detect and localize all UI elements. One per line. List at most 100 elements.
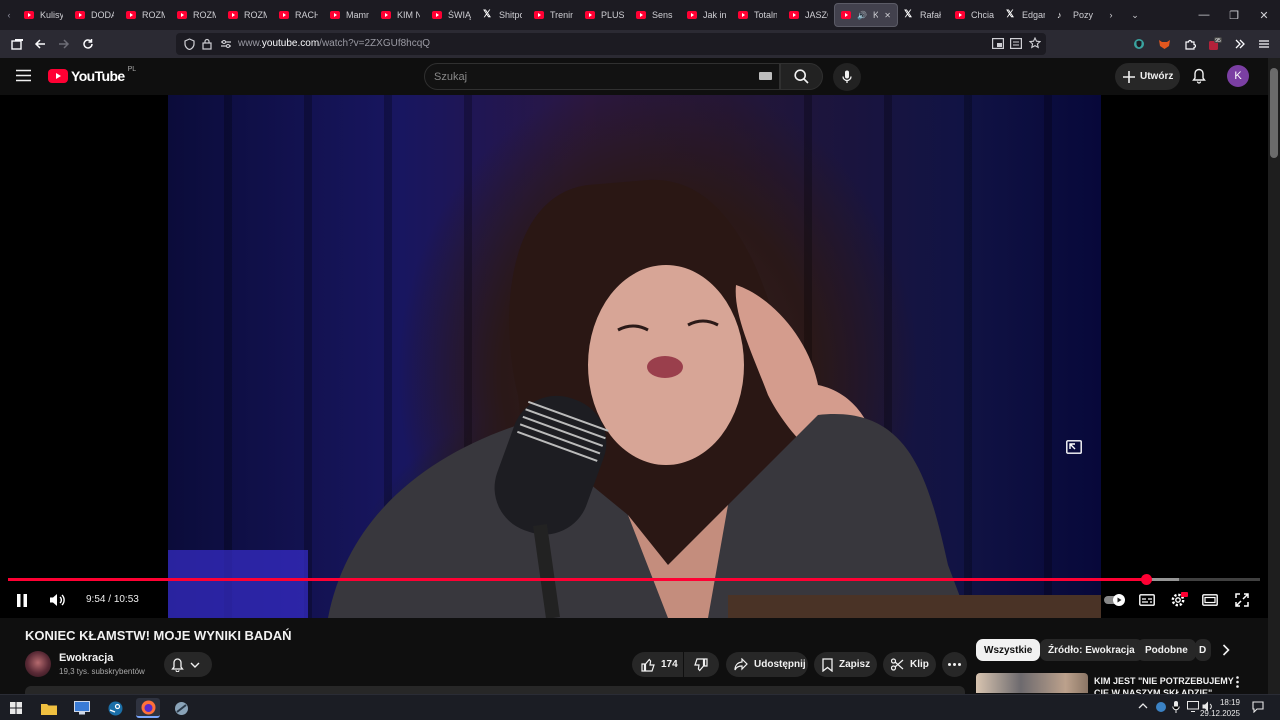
subscription-notifications-button[interactable] — [164, 652, 212, 677]
dislike-button[interactable] — [684, 652, 719, 677]
tab-audio-icon[interactable]: 🔊 — [857, 11, 867, 20]
tray-network-icon[interactable] — [1187, 701, 1199, 712]
browser-tab[interactable]: ♪ Pozy — [1051, 3, 1102, 27]
computer-icon[interactable] — [70, 698, 94, 718]
browser-tab[interactable]: 𝕏 Shitpo — [477, 3, 528, 27]
browser-tab[interactable]: 𝕏 Edgar — [1000, 3, 1051, 27]
video-frame[interactable] — [168, 95, 1101, 618]
search-input[interactable]: Szukaj — [424, 63, 780, 90]
notifications-bell-icon[interactable] — [1192, 68, 1206, 84]
browser-tab[interactable]: Sens p — [630, 3, 681, 27]
steam-icon[interactable] — [103, 698, 127, 718]
extension-fox-icon[interactable] — [1156, 36, 1172, 52]
subtitles-button[interactable] — [1136, 588, 1158, 612]
search-button[interactable] — [780, 63, 823, 90]
browser-tab[interactable]: 𝕏 Rafał — [898, 3, 949, 27]
close-window-icon[interactable]: ✕ — [1249, 0, 1279, 30]
permissions-icon[interactable] — [220, 38, 232, 50]
browser-tab[interactable]: ROZM — [222, 3, 273, 27]
restore-icon[interactable]: ❐ — [1219, 0, 1249, 30]
lock-icon[interactable] — [202, 38, 212, 50]
tab-scroll-left-icon[interactable]: ‹ — [0, 0, 18, 30]
browser-tab[interactable]: ŚWIĄT — [426, 3, 477, 27]
voice-search-button[interactable] — [833, 63, 861, 91]
account-avatar[interactable]: K — [1227, 65, 1249, 87]
app-menu-icon[interactable] — [1256, 36, 1272, 52]
url-text[interactable]: www.youtube.com/watch?v=2ZXGUf8hcqQ — [238, 38, 430, 49]
settings-button[interactable] — [1168, 588, 1190, 612]
clip-button[interactable]: Klip — [883, 652, 936, 677]
page-scrollbar[interactable] — [1268, 58, 1280, 694]
reload-icon[interactable] — [80, 36, 96, 52]
tab-list-chevron-icon[interactable]: ⌄ — [1120, 0, 1150, 30]
browser-tab[interactable]: Mamm — [324, 3, 375, 27]
browser-tab[interactable]: 🔊 KO ✕ — [834, 3, 898, 27]
theater-mode-button[interactable] — [1199, 588, 1221, 612]
browser-tab[interactable]: Jak in — [681, 3, 732, 27]
fullscreen-button[interactable] — [1231, 588, 1253, 612]
firefox-icon[interactable] — [136, 698, 160, 718]
hamburger-menu-icon[interactable] — [16, 69, 31, 82]
tab-manager-icon[interactable] — [9, 36, 25, 52]
scrollbar-thumb[interactable] — [1270, 68, 1278, 158]
notification-center-icon[interactable] — [1252, 701, 1264, 713]
recommended-video-thumbnail[interactable] — [976, 673, 1088, 693]
share-button[interactable]: Udostępnij — [726, 652, 808, 677]
forward-icon[interactable] — [56, 36, 72, 52]
channel-avatar[interactable] — [25, 651, 51, 677]
channel-name[interactable]: Ewokracja — [59, 652, 113, 664]
browser-tab[interactable]: Kulisy — [18, 3, 69, 27]
description-box[interactable] — [25, 686, 965, 694]
browser-tab[interactable]: ROZM — [171, 3, 222, 27]
scrubber-handle[interactable] — [1141, 574, 1153, 585]
chips-next-icon[interactable] — [1222, 644, 1230, 656]
browser-tab[interactable]: Totaln — [732, 3, 783, 27]
browser-tab[interactable]: Chcia — [949, 3, 1000, 27]
recommended-more-icon[interactable] — [1236, 676, 1239, 688]
like-button[interactable]: 174 — [632, 652, 683, 677]
picture-in-picture-icon[interactable] — [992, 38, 1004, 49]
volume-button[interactable] — [46, 588, 68, 612]
browser-tab[interactable]: DODA — [69, 3, 120, 27]
browser-tab[interactable]: RACH — [273, 3, 324, 27]
browser-tab[interactable]: KIM N — [375, 3, 426, 27]
shield-icon[interactable] — [184, 38, 195, 50]
reader-view-icon[interactable] — [1010, 38, 1022, 49]
browser-tab[interactable]: JASZC — [783, 3, 834, 27]
extensions-puzzle-icon[interactable] — [1182, 36, 1198, 52]
browser-tab[interactable]: PLUSI — [579, 3, 630, 27]
pause-button[interactable] — [12, 588, 32, 612]
tray-network-app-icon[interactable] — [1155, 701, 1167, 713]
browser-tab[interactable]: ROZM — [120, 3, 171, 27]
browser-tab[interactable]: Trenin — [528, 3, 579, 27]
create-button[interactable]: Utwórz — [1115, 63, 1180, 90]
bookmark-star-icon[interactable] — [1029, 37, 1041, 49]
overflow-menu-icon[interactable] — [1232, 36, 1248, 52]
extension-shield-icon[interactable] — [1131, 36, 1147, 52]
miniplayer-icon[interactable] — [1066, 440, 1082, 454]
tab-close-icon[interactable]: ✕ — [884, 11, 891, 20]
chip-source[interactable]: Źródło: Ewokracja — [1040, 639, 1143, 661]
more-actions-button[interactable] — [942, 652, 967, 677]
chip-related[interactable]: Podobne — [1137, 639, 1196, 661]
youtube-logo[interactable]: YouTube PL — [48, 66, 136, 84]
save-button[interactable]: Zapisz — [814, 652, 877, 677]
file-explorer-icon[interactable] — [37, 698, 61, 718]
back-icon[interactable] — [32, 36, 48, 52]
chip-all[interactable]: Wszystkie — [976, 639, 1041, 661]
keyboard-icon[interactable] — [759, 72, 772, 80]
windows-start-icon[interactable] — [4, 698, 28, 718]
chip-more[interactable]: D — [1195, 639, 1211, 661]
tray-microphone-icon[interactable] — [1172, 701, 1180, 713]
video-player[interactable]: 9:54 / 10:53 — [0, 95, 1268, 618]
app-icon[interactable] — [169, 698, 193, 718]
tray-chevron-up-icon[interactable] — [1138, 702, 1148, 709]
progress-bar[interactable] — [8, 574, 1260, 585]
recommended-video-title[interactable]: KIM JEST "NIE POTRZEBUJEMY CIĘ W NASZYM … — [1094, 675, 1234, 694]
minimize-icon[interactable]: — — [1189, 0, 1219, 30]
extension-badge-icon[interactable]: 95 — [1207, 36, 1223, 52]
taskbar-clock[interactable]: 18:19 29.12.2025 — [1200, 697, 1240, 719]
autoplay-toggle[interactable] — [1103, 588, 1127, 612]
tab-scroll-right-icon[interactable]: › — [1102, 0, 1120, 30]
address-bar[interactable]: www.youtube.com/watch?v=2ZXGUf8hcqQ — [176, 33, 1046, 55]
